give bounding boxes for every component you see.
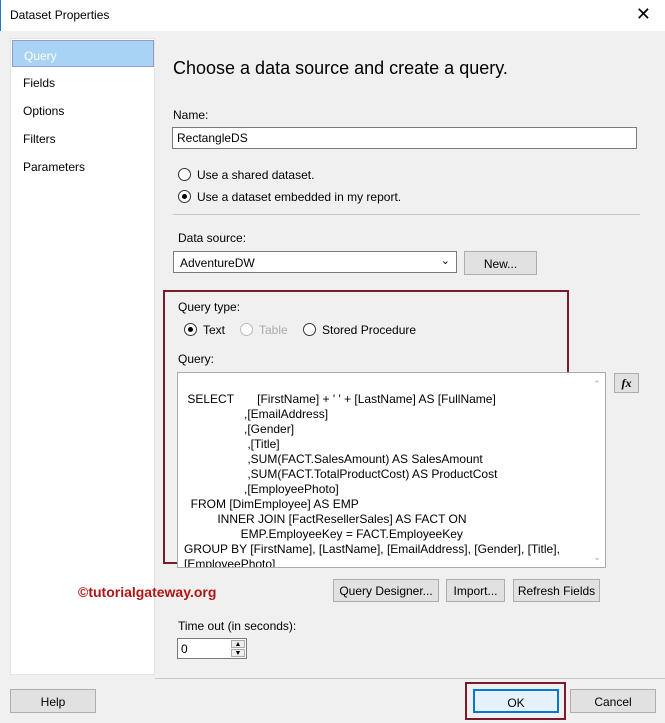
query-label: Query: (178, 352, 215, 366)
query-type-sp-label: Stored Procedure (322, 323, 417, 337)
title-bar: Dataset Properties ✕ (0, 0, 665, 31)
new-datasource-button[interactable]: New... (464, 251, 537, 275)
timeout-spinner[interactable]: 0 ▲ ▼ (177, 638, 247, 659)
window-title: Dataset Properties (10, 8, 110, 22)
sidebar: Query Fields Options Filters Parameters (10, 38, 155, 675)
refresh-fields-button[interactable]: Refresh Fields (513, 579, 600, 602)
query-type-label: Query type: (178, 300, 241, 314)
ok-button[interactable]: OK (473, 689, 559, 713)
chevron-down-icon: ⌄ (440, 255, 450, 267)
spin-down-icon[interactable]: ▼ (231, 649, 245, 657)
datasource-value: AdventureDW (180, 256, 255, 270)
sidebar-item-query[interactable]: Query (12, 40, 154, 67)
query-type-table-label: Table (259, 323, 288, 337)
query-designer-button[interactable]: Query Designer... (333, 579, 439, 602)
datasource-select[interactable]: AdventureDW ⌄ (173, 251, 457, 273)
query-type-text-radio[interactable] (184, 323, 197, 336)
sidebar-item-fields[interactable]: Fields (12, 68, 154, 95)
datasource-label: Data source: (178, 231, 247, 245)
footer-divider (155, 678, 665, 679)
expression-button[interactable]: fx (614, 373, 639, 393)
cancel-button[interactable]: Cancel (570, 689, 656, 713)
query-type-table-radio (240, 323, 253, 336)
scrollbar[interactable]: ⌃ ⌄ (589, 373, 605, 567)
import-button[interactable]: Import... (446, 579, 505, 602)
close-icon[interactable]: ✕ (636, 4, 651, 25)
help-button[interactable]: Help (10, 689, 96, 713)
name-label: Name: (173, 108, 209, 122)
name-input[interactable] (172, 127, 637, 149)
embedded-dataset-label: Use a dataset embedded in my report. (197, 190, 402, 204)
sidebar-item-parameters[interactable]: Parameters (12, 152, 154, 179)
query-textarea[interactable]: SELECT [FirstName] + ' ' + [LastName] AS… (177, 372, 606, 568)
divider (173, 214, 640, 215)
query-type-text-label: Text (203, 323, 226, 337)
query-text: SELECT [FirstName] + ' ' + [LastName] AS… (184, 392, 560, 568)
query-type-sp-radio[interactable] (303, 323, 316, 336)
sidebar-item-options[interactable]: Options (12, 96, 154, 123)
watermark: ©tutorialgateway.org (78, 584, 217, 600)
shared-dataset-radio[interactable] (178, 168, 191, 181)
spin-up-icon[interactable]: ▲ (231, 640, 245, 648)
timeout-label: Time out (in seconds): (178, 619, 297, 633)
timeout-value: 0 (181, 642, 188, 656)
page-title: Choose a data source and create a query. (173, 58, 508, 78)
embedded-dataset-radio[interactable] (178, 190, 191, 203)
shared-dataset-label: Use a shared dataset. (197, 168, 315, 182)
sidebar-item-filters[interactable]: Filters (12, 124, 154, 151)
